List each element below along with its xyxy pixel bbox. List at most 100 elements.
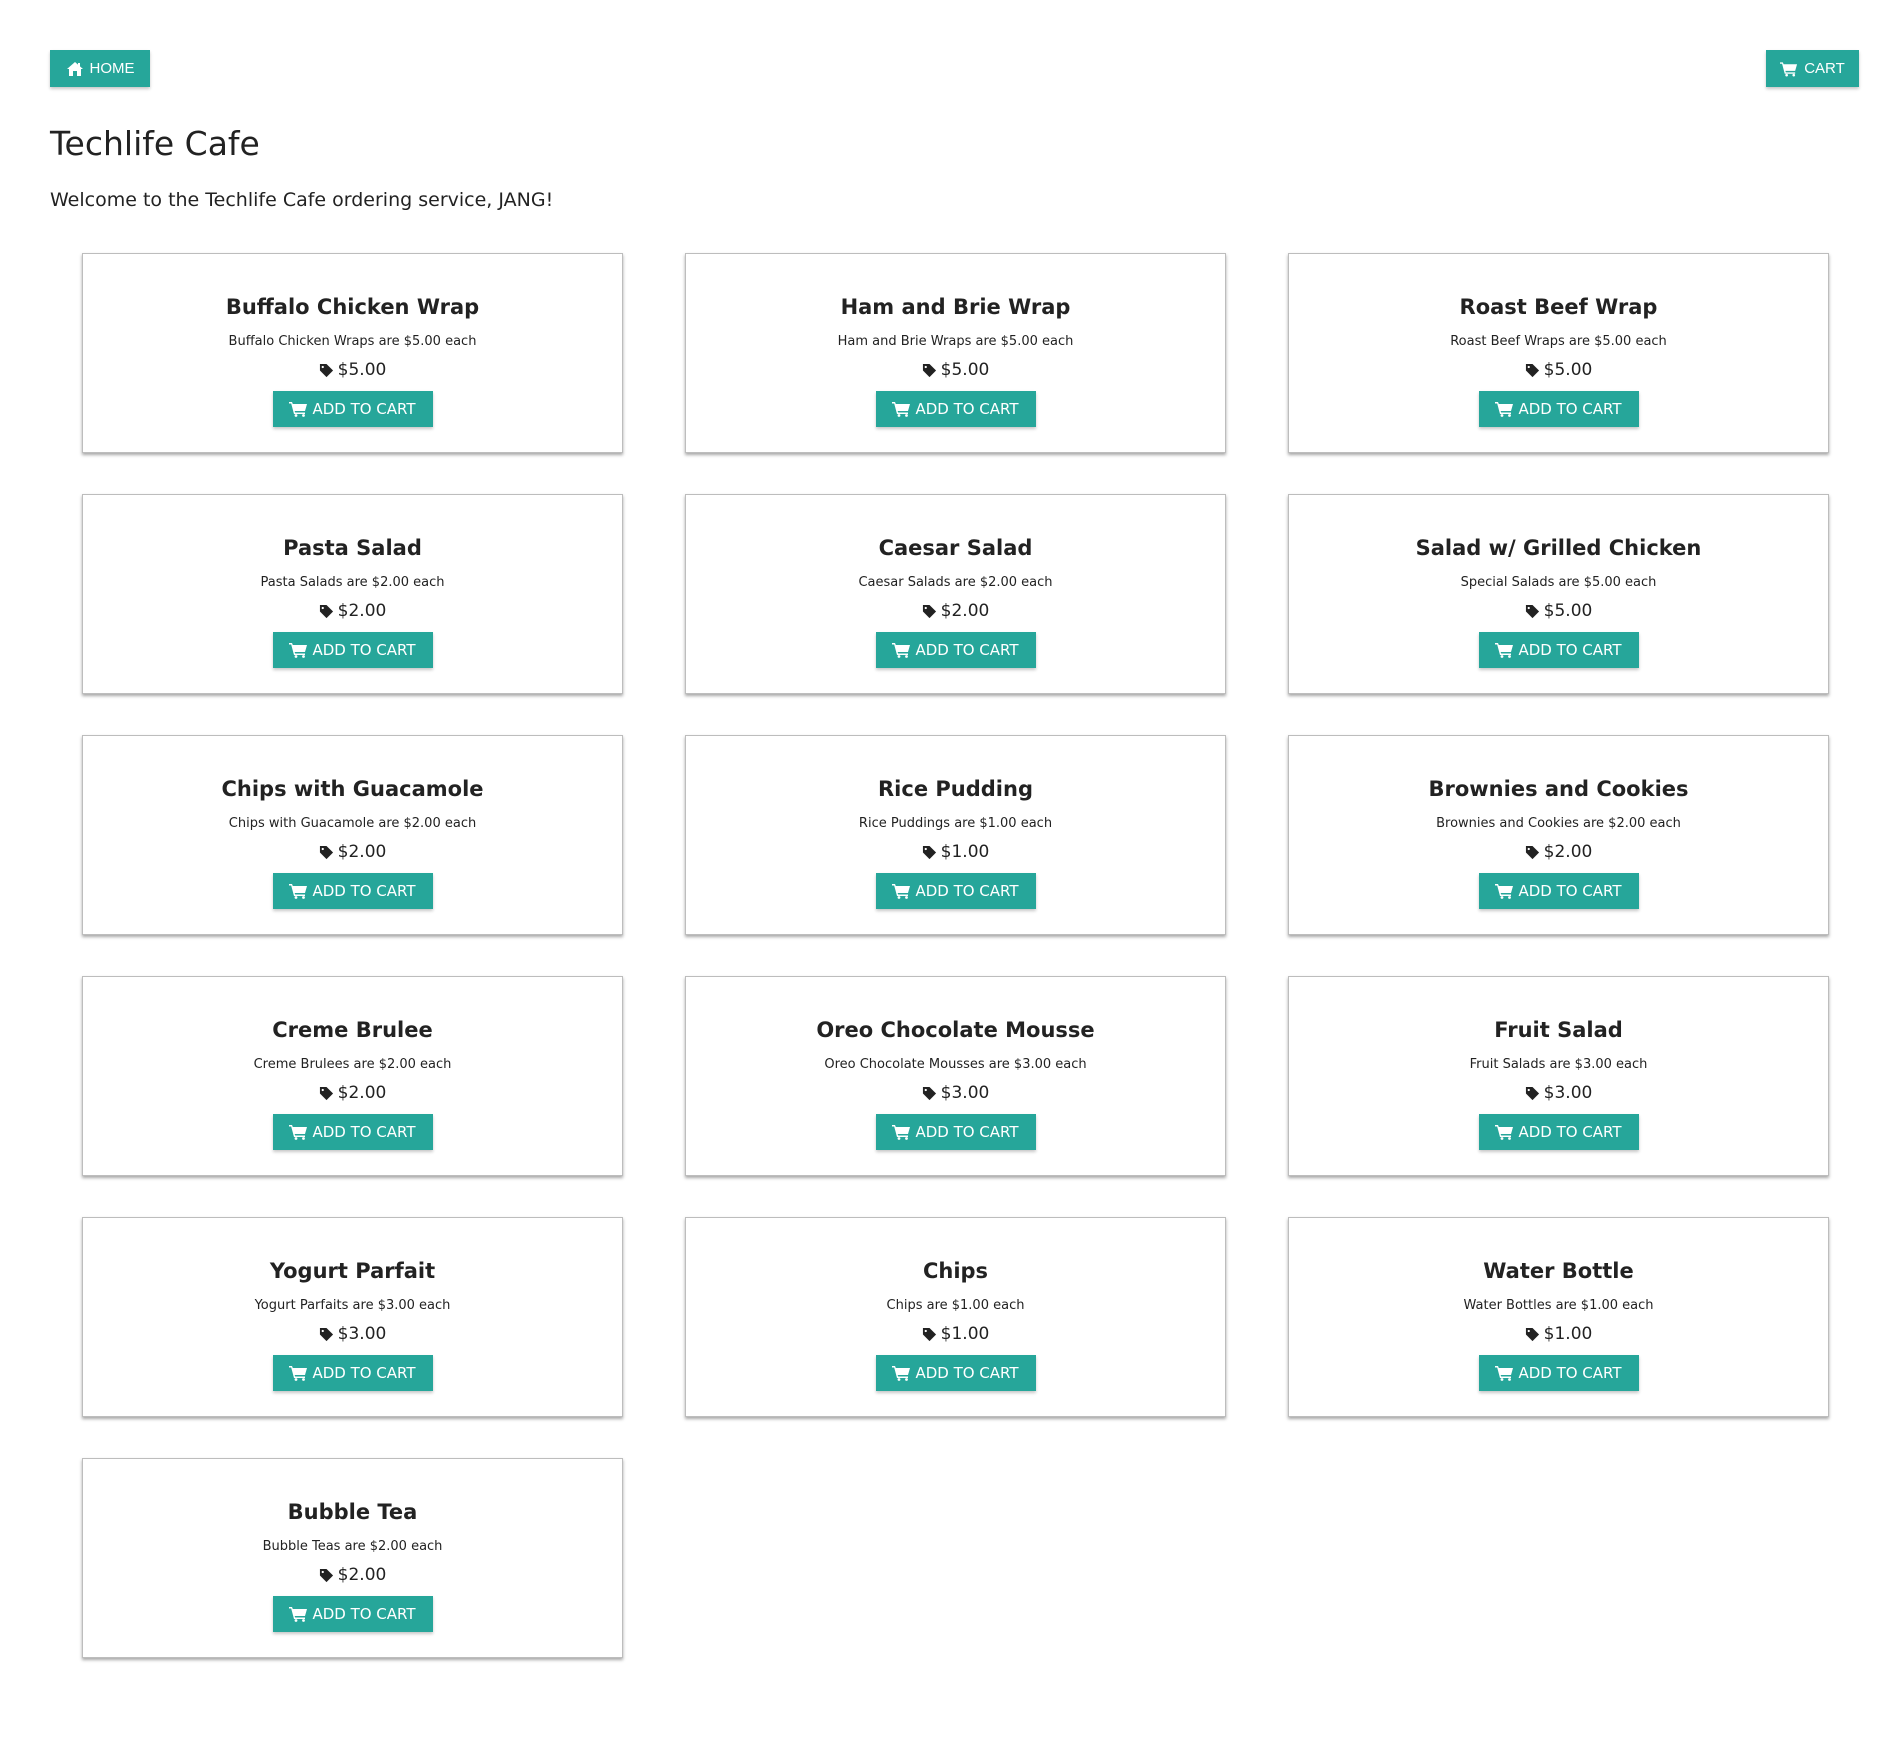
- menu-item-card: Ham and Brie Wrap Ham and Brie Wraps are…: [685, 253, 1226, 453]
- shopping-cart-icon: [1495, 642, 1514, 658]
- item-description: Fruit Salads are $3.00 each: [1469, 1057, 1648, 1072]
- item-price: $2.00: [319, 601, 387, 621]
- item-price: $1.00: [922, 1324, 989, 1344]
- shopping-cart-icon: [1495, 883, 1514, 899]
- item-price-value: $1.00: [940, 842, 990, 862]
- menu-item-card: Bubble Tea Bubble Teas are $2.00 each $2…: [82, 1458, 623, 1658]
- add-to-cart-button[interactable]: ADD TO CART: [272, 632, 433, 668]
- add-to-cart-button[interactable]: ADD TO CART: [1478, 391, 1639, 427]
- add-to-cart-button[interactable]: ADD TO CART: [1478, 873, 1639, 909]
- menu-grid: Buffalo Chicken Wrap Buffalo Chicken Wra…: [82, 253, 1829, 1658]
- shopping-cart-icon: [289, 883, 308, 899]
- shopping-cart-icon: [289, 401, 308, 417]
- item-description: Chips with Guacamole are $2.00 each: [228, 816, 477, 831]
- home-label: HOME: [89, 60, 135, 77]
- tag-icon: [922, 1086, 937, 1101]
- shopping-cart-icon: [1495, 1365, 1514, 1381]
- item-price: $5.00: [319, 360, 387, 380]
- tag-icon: [319, 1327, 334, 1342]
- welcome-message: Welcome to the Techlife Cafe ordering se…: [50, 189, 554, 211]
- item-name: Water Bottle: [1483, 1259, 1634, 1283]
- add-to-cart-label: ADD TO CART: [312, 1605, 416, 1623]
- tag-icon: [1525, 604, 1540, 619]
- add-to-cart-button[interactable]: ADD TO CART: [272, 1355, 433, 1391]
- add-to-cart-button[interactable]: ADD TO CART: [272, 1596, 433, 1632]
- item-price-value: $5.00: [337, 360, 387, 380]
- item-name: Buffalo Chicken Wrap: [225, 295, 480, 319]
- menu-item-card: Creme Brulee Creme Brulees are $2.00 eac…: [82, 976, 623, 1176]
- shopping-cart-icon: [892, 642, 911, 658]
- shopping-cart-icon: [289, 642, 308, 658]
- item-description: Bubble Teas are $2.00 each: [262, 1539, 443, 1554]
- add-to-cart-button[interactable]: ADD TO CART: [272, 873, 433, 909]
- add-to-cart-button[interactable]: ADD TO CART: [272, 391, 433, 427]
- item-description: Oreo Chocolate Mousses are $3.00 each: [824, 1057, 1087, 1072]
- item-description: Brownies and Cookies are $2.00 each: [1436, 816, 1681, 831]
- item-name: Ham and Brie Wrap: [840, 295, 1071, 319]
- menu-item-card: Fruit Salad Fruit Salads are $3.00 each …: [1288, 976, 1829, 1176]
- item-price: $1.00: [1525, 1324, 1593, 1344]
- add-to-cart-label: ADD TO CART: [312, 882, 416, 900]
- item-price: $3.00: [1525, 1083, 1593, 1103]
- item-name: Chips with Guacamole: [221, 777, 484, 801]
- item-name: Caesar Salad: [878, 536, 1033, 560]
- shopping-cart-icon: [289, 1606, 308, 1622]
- cart-button[interactable]: CART: [1766, 50, 1859, 87]
- menu-item-card: Roast Beef Wrap Roast Beef Wraps are $5.…: [1288, 253, 1829, 453]
- add-to-cart-label: ADD TO CART: [312, 1123, 416, 1141]
- add-to-cart-button[interactable]: ADD TO CART: [1478, 632, 1639, 668]
- item-name: Yogurt Parfait: [269, 1259, 436, 1283]
- add-to-cart-label: ADD TO CART: [1518, 400, 1622, 418]
- item-description: Chips are $1.00 each: [886, 1298, 1025, 1313]
- item-price-value: $5.00: [940, 360, 990, 380]
- item-price-value: $2.00: [940, 601, 990, 621]
- item-description: Ham and Brie Wraps are $5.00 each: [837, 334, 1074, 349]
- item-price-value: $3.00: [940, 1083, 990, 1103]
- add-to-cart-button[interactable]: ADD TO CART: [875, 632, 1036, 668]
- add-to-cart-button[interactable]: ADD TO CART: [875, 1114, 1036, 1150]
- add-to-cart-label: ADD TO CART: [1518, 882, 1622, 900]
- shopping-cart-icon: [289, 1124, 308, 1140]
- add-to-cart-label: ADD TO CART: [1518, 641, 1622, 659]
- item-price-value: $1.00: [1543, 1324, 1593, 1344]
- add-to-cart-button[interactable]: ADD TO CART: [875, 1355, 1036, 1391]
- item-price-value: $2.00: [337, 1565, 387, 1585]
- menu-item-card: Caesar Salad Caesar Salads are $2.00 eac…: [685, 494, 1226, 694]
- add-to-cart-button[interactable]: ADD TO CART: [272, 1114, 433, 1150]
- add-to-cart-button[interactable]: ADD TO CART: [875, 873, 1036, 909]
- item-description: Caesar Salads are $2.00 each: [858, 575, 1053, 590]
- item-name: Creme Brulee: [272, 1018, 433, 1042]
- item-name: Oreo Chocolate Mousse: [816, 1018, 1095, 1042]
- add-to-cart-label: ADD TO CART: [915, 882, 1019, 900]
- menu-item-card: Rice Pudding Rice Puddings are $1.00 eac…: [685, 735, 1226, 935]
- item-name: Chips: [922, 1259, 989, 1283]
- shopping-cart-icon: [892, 1124, 911, 1140]
- item-price-value: $2.00: [1543, 842, 1593, 862]
- item-price-value: $3.00: [1543, 1083, 1593, 1103]
- item-price: $5.00: [1525, 601, 1592, 621]
- item-description: Yogurt Parfaits are $3.00 each: [254, 1298, 451, 1313]
- item-description: Roast Beef Wraps are $5.00 each: [1450, 334, 1667, 349]
- add-to-cart-button[interactable]: ADD TO CART: [1478, 1114, 1639, 1150]
- tag-icon: [319, 1086, 334, 1101]
- item-name: Pasta Salad: [283, 536, 422, 560]
- shopping-cart-icon: [892, 1365, 911, 1381]
- shopping-cart-icon: [1495, 401, 1514, 417]
- add-to-cart-label: ADD TO CART: [915, 1123, 1019, 1141]
- add-to-cart-button[interactable]: ADD TO CART: [1478, 1355, 1639, 1391]
- menu-item-card: Yogurt Parfait Yogurt Parfaits are $3.00…: [82, 1217, 623, 1417]
- item-description: Special Salads are $5.00 each: [1460, 575, 1657, 590]
- add-to-cart-button[interactable]: ADD TO CART: [875, 391, 1036, 427]
- item-price: $3.00: [319, 1324, 387, 1344]
- item-price-value: $2.00: [337, 601, 387, 621]
- shopping-cart-icon: [1495, 1124, 1514, 1140]
- item-price-value: $3.00: [337, 1324, 387, 1344]
- item-name: Roast Beef Wrap: [1459, 295, 1658, 319]
- menu-item-card: Pasta Salad Pasta Salads are $2.00 each …: [82, 494, 623, 694]
- shopping-cart-icon: [892, 883, 911, 899]
- home-button[interactable]: HOME: [50, 50, 150, 87]
- tag-icon: [319, 604, 334, 619]
- tag-icon: [1525, 1086, 1540, 1101]
- item-description: Pasta Salads are $2.00 each: [260, 575, 445, 590]
- item-price: $2.00: [319, 1565, 387, 1585]
